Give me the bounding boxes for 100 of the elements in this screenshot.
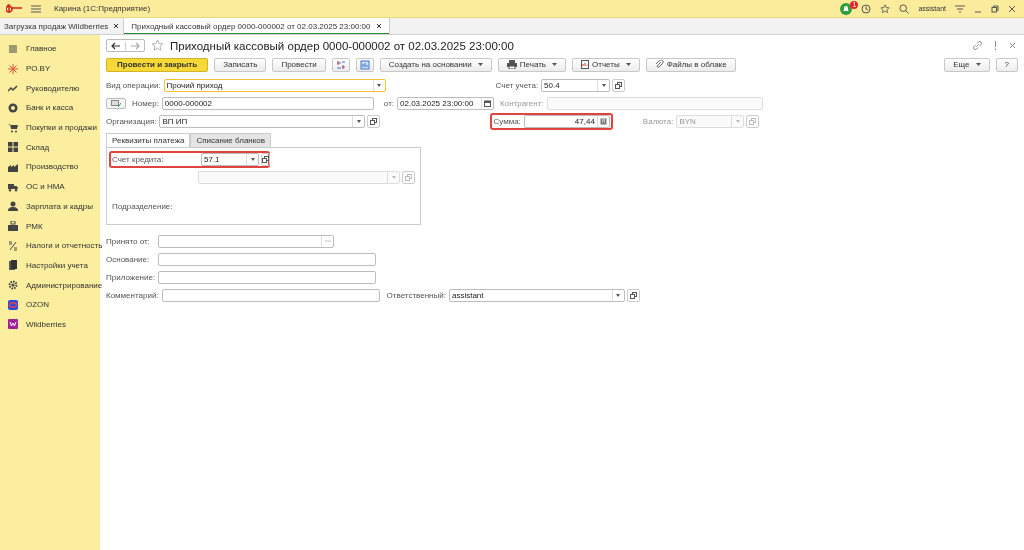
field-label: Ответственный: (386, 290, 446, 300)
tab[interactable]: Реквизиты платежа (106, 133, 191, 147)
gear-icon (8, 280, 18, 291)
sidebar-item[interactable]: Администрирование (26, 280, 103, 290)
sidebar-item[interactable]: Главное (26, 44, 57, 54)
ledger-button[interactable] (331, 57, 350, 72)
field-label: Сумма: (493, 116, 521, 126)
open-icon[interactable] (262, 156, 269, 163)
field-label: Принято от: (106, 236, 151, 246)
sidebar-item[interactable]: ОС и НМА (26, 182, 65, 192)
open-icon[interactable] (629, 291, 637, 299)
dropdown-icon[interactable] (616, 293, 621, 297)
post-and-close-button[interactable]: Провести и закрыть (106, 57, 209, 72)
link-icon[interactable] (973, 41, 982, 50)
reports-button[interactable]: Отчеты (572, 57, 640, 72)
caret-icon (975, 63, 981, 66)
close-icon[interactable] (375, 23, 382, 29)
app-title: Карина (1С:Предприятие) (54, 4, 151, 13)
dropdown-icon[interactable] (250, 158, 255, 161)
credit-account-field[interactable]: 57.1 (201, 153, 259, 166)
printer-icon (506, 60, 517, 69)
history-icon[interactable] (861, 3, 872, 14)
tab-label[interactable]: Загрузка продаж Wildberries (4, 21, 109, 31)
open-icon[interactable] (370, 117, 378, 125)
sidebar-item[interactable]: Покупки и продажи (26, 123, 97, 133)
report-button[interactable] (355, 57, 374, 72)
basis-field[interactable] (158, 252, 376, 266)
field-label: Контрагент: (500, 98, 544, 108)
search-icon[interactable] (899, 3, 910, 14)
sidebar-item[interactable]: Зарплата и кадры (26, 201, 93, 211)
subconto-field[interactable] (198, 170, 400, 184)
attachment-field[interactable] (158, 270, 377, 284)
post-button[interactable]: Провести (272, 57, 326, 72)
asterisk-icon (8, 63, 18, 74)
caret-icon (477, 63, 483, 66)
fill-icon (111, 99, 121, 107)
comment-field[interactable] (161, 288, 380, 302)
more-button[interactable]: Еще (944, 57, 990, 72)
help-button[interactable]: ? (995, 57, 1018, 72)
restore-icon[interactable] (991, 4, 999, 13)
star-icon[interactable] (151, 39, 164, 52)
date-field[interactable]: 02.03.2025 23:00:00 (397, 96, 495, 110)
operation-type-field[interactable]: Прочий приход (163, 78, 386, 92)
truck-icon (8, 181, 18, 192)
dropdown-icon[interactable] (357, 119, 361, 123)
more-icon[interactable] (994, 41, 997, 50)
factory-icon (8, 161, 18, 172)
dropdown-icon[interactable] (377, 83, 382, 87)
amount-field[interactable]: 47,44 (523, 114, 610, 128)
star-icon[interactable] (880, 3, 891, 14)
field-label: от: (383, 98, 395, 108)
field-label: Вид операции: (106, 80, 161, 90)
document-title: Приходный кассовый ордер 0000-000002 от 02.03.2025 23:00:00 (170, 39, 514, 52)
received-from-field[interactable] (158, 234, 334, 248)
cash-register-icon (8, 221, 18, 232)
ledger-icon (335, 59, 346, 70)
field-label: Номер: (132, 98, 159, 108)
sidebar-item[interactable]: Wildberries (26, 319, 66, 329)
bell-icon[interactable] (840, 2, 853, 15)
field-label: Валюта: (642, 116, 674, 126)
print-button[interactable]: Печать (497, 57, 566, 72)
cloud-files-button[interactable]: Файлы в облаке (645, 57, 736, 72)
trend-icon (8, 83, 18, 94)
person-icon (8, 201, 18, 212)
dropdown-icon[interactable] (601, 83, 606, 87)
sidebar-item[interactable]: РО.BY (26, 64, 51, 74)
sidebar-item[interactable]: OZON (26, 300, 50, 310)
sidebar-item[interactable]: Настройки учета (26, 260, 88, 270)
responsible-field[interactable]: assistant (448, 288, 625, 302)
sidebar-item[interactable]: Банк и касса (26, 103, 74, 113)
field-label: Организация: (106, 116, 157, 126)
sidebar-item[interactable]: Руководителю (26, 83, 80, 93)
caret-icon (552, 63, 557, 66)
tab-label[interactable]: Приходный кассовый ордер 0000-000002 от 02.03.2025 23:00:00 (131, 21, 371, 31)
coin-icon (8, 102, 18, 113)
account-field[interactable]: 50.4 (541, 78, 611, 92)
organization-field[interactable]: ВП ИП (159, 114, 366, 128)
filter-icon[interactable] (955, 4, 965, 13)
report-icon (581, 60, 589, 69)
sidebar-item[interactable]: Производство (26, 162, 79, 172)
save-button[interactable]: Записать (214, 57, 267, 72)
fill-button[interactable] (106, 97, 126, 109)
sidebar-item[interactable]: Склад (26, 142, 50, 152)
paperclip-icon (654, 60, 664, 69)
close-icon[interactable] (1008, 4, 1016, 13)
field-label: Подразделение: (112, 202, 174, 211)
open-icon[interactable] (615, 81, 623, 89)
field-label: Счет кредита: (112, 155, 165, 164)
book-icon (8, 260, 18, 271)
tab[interactable]: Списание бланков (190, 133, 272, 147)
sidebar-item[interactable]: РМК (26, 221, 43, 231)
number-field[interactable]: 0000-000002 (161, 96, 374, 110)
grid-icon (8, 142, 18, 153)
window-tab[interactable]: Приходный кассовый ордер 0000-000002 от 02.03.2025 23:00:00 (124, 18, 390, 34)
counterparty-field[interactable] (546, 96, 763, 110)
sidebar-item[interactable]: Налоги и отчетность (26, 241, 103, 251)
calendar-icon[interactable] (484, 99, 492, 107)
close-icon[interactable] (113, 23, 120, 29)
create-based-on-button[interactable]: Создать на основании (379, 57, 492, 72)
calculator-icon[interactable] (599, 117, 607, 125)
